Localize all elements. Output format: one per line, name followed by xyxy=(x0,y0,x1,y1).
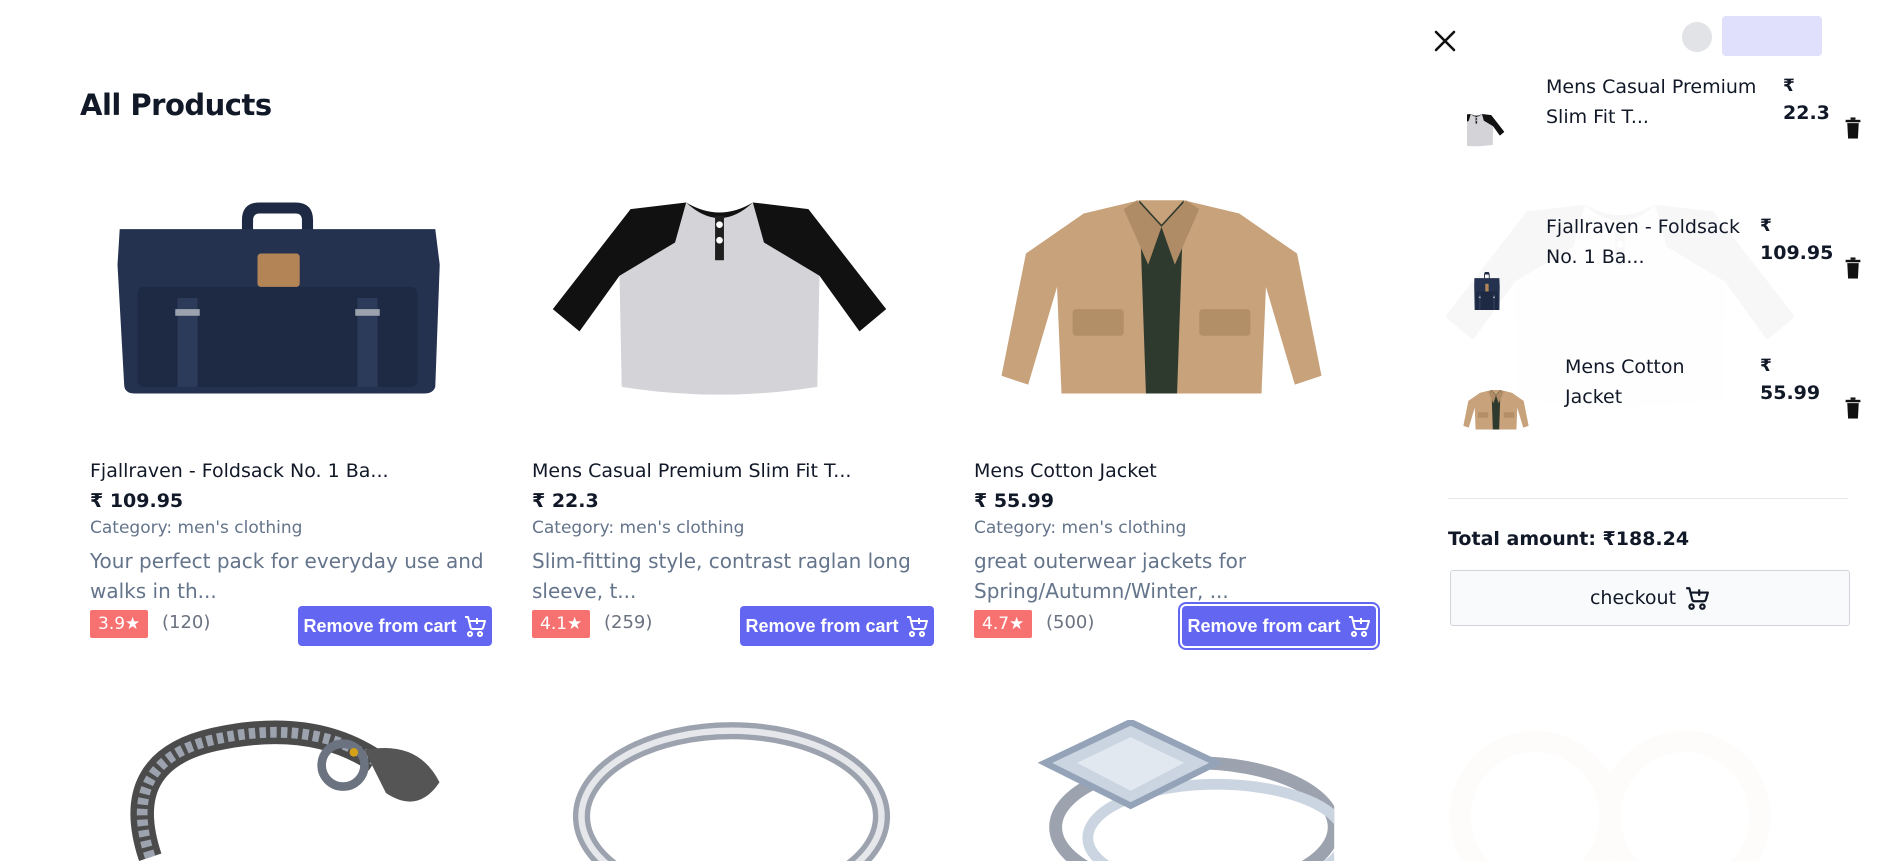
review-count: (259) xyxy=(604,612,653,633)
remove-from-cart-label: Remove from cart xyxy=(745,615,899,636)
avatar xyxy=(1682,22,1712,52)
add-to-cart-icon xyxy=(1684,585,1710,611)
product-price: ₹ 109.95 xyxy=(90,490,184,512)
product-title[interactable]: Mens Casual Premium Slim Fit T... xyxy=(532,460,851,482)
cart-total: Total amount: ₹188.24 xyxy=(1448,528,1690,550)
remove-from-cart-button[interactable]: Remove from cart xyxy=(1178,602,1380,650)
review-count: (500) xyxy=(1046,612,1095,633)
cart-item-name-line: Slim Fit T... xyxy=(1546,106,1649,128)
add-to-cart-icon xyxy=(463,614,487,638)
cart-item-name: Mens Cotton Jacket xyxy=(1565,352,1685,412)
trash-icon[interactable] xyxy=(1844,256,1866,282)
cotton-jacket-image xyxy=(1460,374,1532,446)
product-card: Mens Cotton Jacket ₹ 55.99 Category: men… xyxy=(964,168,1380,728)
close-icon[interactable] xyxy=(1432,28,1458,54)
product-title[interactable]: Fjallraven - Foldsack No. 1 Ba... xyxy=(90,460,389,482)
cotton-jacket-image[interactable] xyxy=(964,168,1359,428)
product-description: Slim-fitting style, contrast raglan long… xyxy=(532,549,911,603)
rating-badge: 4.1★ xyxy=(532,610,591,638)
rating-badge: 3.9★ xyxy=(90,610,149,638)
cart-item-name-line: No. 1 Ba... xyxy=(1546,246,1645,268)
cart-item-price: 55.99 xyxy=(1760,382,1821,404)
cart-item-price: 109.95 xyxy=(1760,242,1834,264)
product-category: Category: men's clothing xyxy=(90,518,303,538)
checkout-button[interactable]: checkout xyxy=(1450,570,1850,626)
cart-item-name: Fjallraven - Foldsack No. 1 Ba... xyxy=(1546,212,1740,272)
cart-item: Mens Casual Premium Slim Fit T... ₹ 22.3 xyxy=(1460,72,1860,182)
cart-item-name-line: Fjallraven - Foldsack xyxy=(1546,216,1740,238)
silver-ring-image[interactable] xyxy=(554,720,909,861)
cart-item-name-line: Jacket xyxy=(1565,386,1623,408)
trash-icon[interactable] xyxy=(1844,396,1866,422)
raglan-tshirt-image xyxy=(1460,90,1530,170)
review-count: (120) xyxy=(162,612,211,633)
cart-item-currency: ₹ xyxy=(1783,76,1795,96)
cart-item: Fjallraven - Foldsack No. 1 Ba... ₹ 109.… xyxy=(1460,212,1860,322)
cart-item-name-line: Mens Cotton xyxy=(1565,356,1685,378)
product-card: Fjallraven - Foldsack No. 1 Ba... ₹ 109.… xyxy=(80,168,492,728)
cart-item-name: Mens Casual Premium Slim Fit T... xyxy=(1546,72,1756,132)
trash-icon[interactable] xyxy=(1844,116,1866,142)
cart-item-price: 22.3 xyxy=(1783,102,1830,124)
checkout-label: checkout xyxy=(1589,587,1677,609)
backpack-image xyxy=(1460,230,1530,310)
product-description: Your perfect pack for everyday use and w… xyxy=(90,549,484,603)
cart-item-currency: ₹ xyxy=(1760,216,1772,236)
diamond-ring-image[interactable] xyxy=(996,720,1351,861)
raglan-tshirt-image[interactable] xyxy=(522,168,917,428)
remove-from-cart-label: Remove from cart xyxy=(1187,615,1341,636)
product-price: ₹ 22.3 xyxy=(532,490,599,512)
chain-bracelet-image[interactable] xyxy=(112,718,467,861)
cart-divider xyxy=(1448,498,1848,499)
add-to-cart-icon xyxy=(905,614,929,638)
header-button xyxy=(1722,16,1822,56)
product-category: Category: men's clothing xyxy=(974,518,1187,538)
cart-item-name-line: Mens Casual Premium xyxy=(1546,76,1757,98)
product-description: great outerwear jackets for Spring/Autum… xyxy=(974,549,1247,603)
remove-from-cart-button[interactable]: Remove from cart xyxy=(740,606,934,646)
remove-from-cart-button[interactable]: Remove from cart xyxy=(298,606,492,646)
rating-badge: 4.7★ xyxy=(974,610,1033,638)
backpack-image[interactable] xyxy=(80,168,475,428)
product-price: ₹ 55.99 xyxy=(974,490,1054,512)
remove-from-cart-label: Remove from cart xyxy=(303,615,457,636)
cart-item-currency: ₹ xyxy=(1760,356,1772,376)
product-category: Category: men's clothing xyxy=(532,518,745,538)
add-to-cart-icon xyxy=(1347,614,1371,638)
product-title[interactable]: Mens Cotton Jacket xyxy=(974,460,1157,482)
product-card: Mens Casual Premium Slim Fit T... ₹ 22.3… xyxy=(522,168,934,728)
cart-item: Mens Cotton Jacket ₹ 55.99 xyxy=(1460,352,1860,462)
page-title: All Products xyxy=(80,88,272,122)
